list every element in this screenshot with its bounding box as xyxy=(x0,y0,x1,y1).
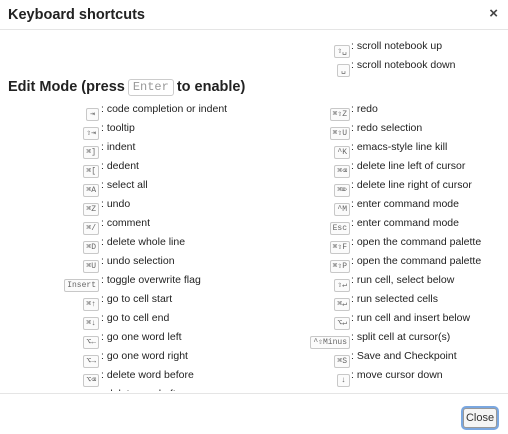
dialog-title: Keyboard shortcuts xyxy=(8,7,145,23)
shortcut-description: : delete word before xyxy=(101,369,194,381)
key-badge: ␣ xyxy=(337,64,350,77)
close-icon[interactable]: × xyxy=(489,5,498,22)
enter-key: Enter xyxy=(127,79,174,96)
shortcut-row: ⌘⇧P: open the command palette xyxy=(254,252,508,273)
shortcut-row: Esc: enter command mode xyxy=(254,214,508,235)
shortcut-description: : open the command palette xyxy=(351,255,482,267)
shortcut-row: ⌘[: dedent xyxy=(0,157,254,178)
shortcut-row: ⌘↑: go to cell start xyxy=(0,290,254,311)
shortcut-description: : go to cell end xyxy=(101,312,170,324)
shortcut-row: ⌘S: Save and Checkpoint xyxy=(254,347,508,368)
shortcut-description: : move cursor up xyxy=(351,388,429,391)
edit-mode-title: Edit Mode (press Enter to enable) xyxy=(8,79,245,96)
shortcut-row: ^K: emacs-style line kill xyxy=(254,138,508,159)
shortcut-row: ⌘U: undo selection xyxy=(0,252,254,273)
shortcut-row: ⌥→: go one word right xyxy=(0,347,254,368)
shortcut-description: : scroll notebook up xyxy=(351,40,443,52)
shortcut-description: : indent xyxy=(101,141,136,153)
edit-mode-right-column: ⌘⇧Z: redo ⌘⇧U: redo selection ^K: emacs-st… xyxy=(254,100,508,391)
shortcut-row: ⌘↵: run selected cells xyxy=(254,290,508,311)
edit-mode-title-suffix: to enable) xyxy=(176,79,246,95)
shortcut-description: : run cell and insert below xyxy=(351,312,471,324)
shortcut-description: : run selected cells xyxy=(351,293,438,305)
shortcut-description: : redo selection xyxy=(351,122,423,134)
shortcut-keys: ↑ xyxy=(337,388,350,391)
shortcut-row: ⇧↵: run cell, select below xyxy=(254,271,508,292)
shortcut-row: ⌥⌫: delete word before xyxy=(0,366,254,387)
shortcut-row: ⌘]: indent xyxy=(0,138,254,159)
shortcut-row: ⌘⇧U: redo selection xyxy=(254,119,508,140)
shortcut-description: : toggle overwrite flag xyxy=(101,274,201,286)
shortcut-row: ⇧␣: scroll notebook up xyxy=(254,37,508,58)
shortcut-description: : delete line right of cursor xyxy=(351,179,472,191)
shortcut-description: : enter command mode xyxy=(351,217,459,229)
shortcut-description: : go one word right xyxy=(101,350,188,362)
dialog-header: Keyboard shortcuts × xyxy=(0,0,508,30)
shortcut-description: : delete word after xyxy=(101,388,185,391)
shortcut-keys: ␣ xyxy=(337,59,350,77)
shortcut-row: ⌥←: go one word left xyxy=(0,328,254,349)
shortcut-description: : delete line left of cursor xyxy=(351,160,466,172)
shortcut-description: : code completion or indent xyxy=(101,103,228,115)
shortcut-row: ⌥↵: run cell and insert below xyxy=(254,309,508,330)
shortcut-description: : split cell at cursor(s) xyxy=(351,331,451,343)
shortcut-description: : Save and Checkpoint xyxy=(351,350,457,362)
shortcut-description: : emacs-style line kill xyxy=(351,141,448,153)
shortcut-row: ⌘A: select all xyxy=(0,176,254,197)
shortcut-row: ⌘↓: go to cell end xyxy=(0,309,254,330)
shortcut-row: ⌘⇧Z: redo xyxy=(254,100,508,121)
shortcut-description: : move cursor down xyxy=(351,369,443,381)
shortcut-row: ^M: enter command mode xyxy=(254,195,508,216)
command-mode-tail: ⇧␣: scroll notebook up ␣: scroll notebook… xyxy=(254,37,508,77)
shortcut-row: ⌥⌦: delete word after xyxy=(0,385,254,391)
shortcut-row: ⌘⇧F: open the command palette xyxy=(254,233,508,254)
shortcut-description: : go to cell start xyxy=(101,293,173,305)
shortcut-row: ⌘Z: undo xyxy=(0,195,254,216)
shortcut-keys: ⌥⌦ xyxy=(83,388,99,391)
shortcut-row: Insert: toggle overwrite flag xyxy=(0,271,254,292)
edit-mode-left-column: ⇥: code completion or indent ⇧⇥: tooltip ⌘… xyxy=(0,100,254,391)
dialog-footer: Close xyxy=(0,393,508,434)
shortcut-description: : dedent xyxy=(101,160,139,172)
shortcut-description: : enter command mode xyxy=(351,198,459,210)
shortcut-row: ␣: scroll notebook down xyxy=(254,56,508,77)
shortcut-row: ⌘⌦: delete line right of cursor xyxy=(254,176,508,197)
shortcut-row: ⇧⇥: tooltip xyxy=(0,119,254,140)
shortcut-row: ^⇧Minus: split cell at cursor(s) xyxy=(254,328,508,349)
shortcut-row: ⌘/: comment xyxy=(0,214,254,235)
shortcut-description: : undo selection xyxy=(101,255,175,267)
edit-mode-title-prefix: Edit Mode (press xyxy=(8,79,125,95)
shortcut-row: ⇥: code completion or indent xyxy=(0,100,254,121)
shortcut-description: : comment xyxy=(101,217,151,229)
shortcut-description: : select all xyxy=(101,179,148,191)
shortcut-description: : open the command palette xyxy=(351,236,482,248)
shortcut-row: ⌘D: delete whole line xyxy=(0,233,254,254)
shortcut-row: ↓: move cursor down xyxy=(254,366,508,387)
shortcut-description: : go one word left xyxy=(101,331,182,343)
shortcut-description: : undo xyxy=(101,198,131,210)
shortcut-row: ⌘⌫: delete line left of cursor xyxy=(254,157,508,178)
shortcut-row: ↑: move cursor up xyxy=(254,385,508,391)
shortcut-description: : scroll notebook down xyxy=(351,59,456,71)
shortcut-description: : delete whole line xyxy=(101,236,186,248)
shortcut-description: : redo xyxy=(351,103,378,115)
shortcut-description: : run cell, select below xyxy=(351,274,455,286)
shortcut-description: : tooltip xyxy=(101,122,135,134)
shortcuts-body[interactable]: ⇧␣: scroll notebook up ␣: scroll notebook… xyxy=(0,31,508,391)
close-button[interactable]: Close xyxy=(463,408,497,428)
